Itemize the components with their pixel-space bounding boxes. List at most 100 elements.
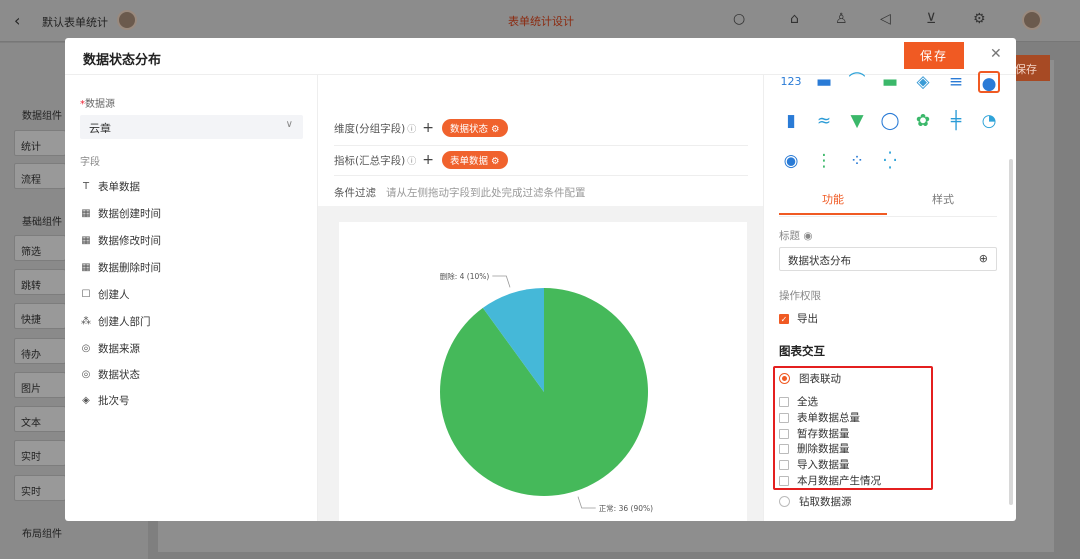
back-icon[interactable]: ‹ bbox=[14, 11, 20, 30]
eye-icon[interactable]: ◉ bbox=[803, 230, 812, 242]
interaction-title: 图表交互 bbox=[779, 344, 825, 358]
calendar-icon: ▦ bbox=[81, 207, 91, 219]
shirt-icon[interactable]: ♙ bbox=[835, 11, 848, 27]
bg-component-item[interactable]: 实时 bbox=[14, 475, 66, 501]
bg-component-item[interactable]: 实时 bbox=[14, 440, 66, 466]
gear-icon: ⚙ bbox=[491, 124, 500, 135]
add-metric-icon[interactable]: + bbox=[422, 152, 434, 168]
export-checkbox-row[interactable]: ✓ 导出 bbox=[779, 311, 818, 326]
field-item[interactable]: ◈ 批次号 bbox=[80, 391, 129, 409]
text-icon: T bbox=[82, 180, 90, 192]
field-item[interactable]: ◎ 数据状态 bbox=[80, 365, 140, 383]
scrollbar[interactable] bbox=[1009, 159, 1013, 505]
download-icon[interactable]: ⊻ bbox=[926, 11, 936, 27]
title-value: 数据状态分布 bbox=[788, 255, 851, 267]
drill-radio[interactable] bbox=[779, 496, 790, 507]
field-item[interactable]: ⁂ 创建人部门 bbox=[80, 312, 151, 330]
linkage-label: 图表联动 bbox=[799, 373, 841, 385]
field-item[interactable]: ◎ 数据来源 bbox=[80, 339, 140, 357]
export-checkbox[interactable]: ✓ bbox=[779, 313, 789, 324]
metric-tag[interactable]: 表单数据 ⚙ bbox=[441, 151, 508, 169]
linkage-option[interactable]: 暂存数据量 bbox=[779, 426, 850, 441]
org-icon: ⁂ bbox=[81, 315, 91, 327]
title-input[interactable]: 数据状态分布 ⊕ bbox=[779, 247, 997, 271]
permission-label: 操作权限 bbox=[779, 290, 821, 302]
radial-chart-icon[interactable]: ◉ bbox=[780, 150, 802, 172]
user-avatar[interactable] bbox=[1022, 10, 1042, 30]
drill-label: 钻取数据源 bbox=[799, 496, 852, 508]
bg-component-item[interactable]: 文本 bbox=[14, 406, 66, 432]
bg-component-item[interactable]: 统计 bbox=[14, 130, 66, 156]
pie-chart-icon[interactable]: ● bbox=[978, 71, 1000, 94]
rose-chart-icon[interactable]: ✿ bbox=[912, 110, 934, 132]
map-icon[interactable]: ◈ bbox=[912, 71, 934, 93]
bubble-chart-icon[interactable]: ⁘ bbox=[846, 150, 868, 172]
help-icon[interactable]: ⓘ bbox=[407, 154, 416, 167]
linkage-option[interactable]: 本月数据产生情况 bbox=[779, 473, 881, 488]
pie-data-label: 正常: 36 (90%) bbox=[599, 504, 653, 513]
avatar[interactable] bbox=[117, 10, 137, 30]
tab-style[interactable]: 样式 bbox=[889, 191, 997, 215]
tab-function[interactable]: 功能 bbox=[779, 191, 887, 215]
datasource-select[interactable]: 云章 ∨ bbox=[80, 115, 303, 139]
add-dimension-icon[interactable]: + bbox=[422, 120, 434, 136]
ring-chart-icon[interactable]: ◯ bbox=[879, 110, 901, 132]
linkage-radio-row[interactable]: 图表联动 bbox=[779, 371, 841, 386]
drill-radio-row[interactable]: 钻取数据源 bbox=[779, 494, 852, 509]
option-checkbox[interactable] bbox=[779, 475, 789, 486]
option-checkbox[interactable] bbox=[779, 428, 789, 439]
field-item[interactable]: ☐ 创建人 bbox=[80, 285, 130, 303]
boxplot-icon[interactable]: ⋮ bbox=[813, 150, 835, 172]
bg-component-item[interactable]: 跳转 bbox=[14, 269, 66, 295]
bg-component-item[interactable]: 图片 bbox=[14, 372, 66, 398]
area-chart-icon[interactable]: ▬ bbox=[813, 71, 835, 93]
line-chart-icon[interactable]: ⌒ bbox=[846, 71, 868, 93]
calendar-icon: ▦ bbox=[81, 234, 91, 246]
gauge-chart-icon[interactable]: ◔ bbox=[978, 110, 1000, 132]
bg-group-label: 布局组件 bbox=[22, 529, 62, 540]
help-icon[interactable]: ⓘ bbox=[407, 122, 416, 135]
bg-component-item[interactable]: 流程 bbox=[14, 163, 66, 189]
close-icon[interactable]: ✕ bbox=[990, 46, 1002, 62]
divider bbox=[334, 145, 748, 146]
bg-save-button: 保存 bbox=[1010, 55, 1050, 81]
bar-flat-icon[interactable]: ▬ bbox=[879, 71, 901, 93]
option-checkbox[interactable] bbox=[779, 443, 789, 454]
bullet-chart-icon[interactable]: ╪ bbox=[945, 110, 967, 132]
field-panel: *数据源 云章 ∨ 字段 T 表单数据 ▦ 数据创建时间 ▦ 数据修改时间 ▦ 数据删除… bbox=[65, 75, 318, 521]
field-item[interactable]: T 表单数据 bbox=[80, 177, 140, 195]
designer-title: 表单统计设计 bbox=[508, 15, 574, 28]
option-checkbox[interactable] bbox=[779, 412, 789, 423]
bg-component-item[interactable]: 筛选 bbox=[14, 235, 66, 261]
pie-label-line bbox=[492, 275, 511, 288]
megaphone-icon[interactable]: ◁ bbox=[880, 11, 891, 27]
field-item[interactable]: ▦ 数据删除时间 bbox=[80, 258, 161, 276]
filter-hint: 请从左侧拖动字段到此处完成过滤条件配置 bbox=[386, 186, 586, 199]
wave-chart-icon[interactable]: ≈ bbox=[813, 110, 835, 132]
number-card-icon[interactable]: 123 bbox=[780, 71, 802, 93]
option-checkbox[interactable] bbox=[779, 459, 789, 470]
linkage-option[interactable]: 导入数据量 bbox=[779, 457, 850, 472]
save-button[interactable]: 保存 bbox=[904, 42, 964, 69]
scatter-chart-icon[interactable]: ⁛ bbox=[879, 150, 901, 172]
option-checkbox[interactable] bbox=[779, 396, 789, 407]
dimension-tag[interactable]: 数据状态 ⚙ bbox=[441, 119, 508, 137]
linkage-radio[interactable] bbox=[779, 373, 790, 384]
settings-icon[interactable]: ⚙ bbox=[973, 11, 986, 27]
linkage-option[interactable]: 全选 bbox=[779, 394, 818, 409]
chart-card: 正常: 36 (90%) 删除: 4 (10%) bbox=[339, 222, 747, 521]
home-icon[interactable]: ⌂ bbox=[790, 11, 799, 27]
linkage-option[interactable]: 表单数据总量 bbox=[779, 410, 860, 425]
funnel-chart-icon[interactable]: ▼ bbox=[846, 110, 868, 132]
calendar-icon: ▦ bbox=[81, 261, 91, 273]
field-item[interactable]: ▦ 数据修改时间 bbox=[80, 231, 161, 249]
search-icon[interactable]: ○ bbox=[733, 11, 745, 27]
bg-component-item[interactable]: 待办 bbox=[14, 338, 66, 364]
field-item[interactable]: ▦ 数据创建时间 bbox=[80, 204, 161, 222]
bg-component-item[interactable]: 快捷 bbox=[14, 303, 66, 329]
hbar-icon[interactable]: ≡ bbox=[945, 71, 967, 93]
filter-row[interactable]: 条件过滤 请从左侧拖动字段到此处完成过滤条件配置 bbox=[334, 181, 586, 203]
column-chart-icon[interactable]: ▮ bbox=[780, 110, 802, 132]
globe-icon[interactable]: ⊕ bbox=[979, 252, 988, 265]
linkage-option[interactable]: 删除数据量 bbox=[779, 441, 850, 456]
